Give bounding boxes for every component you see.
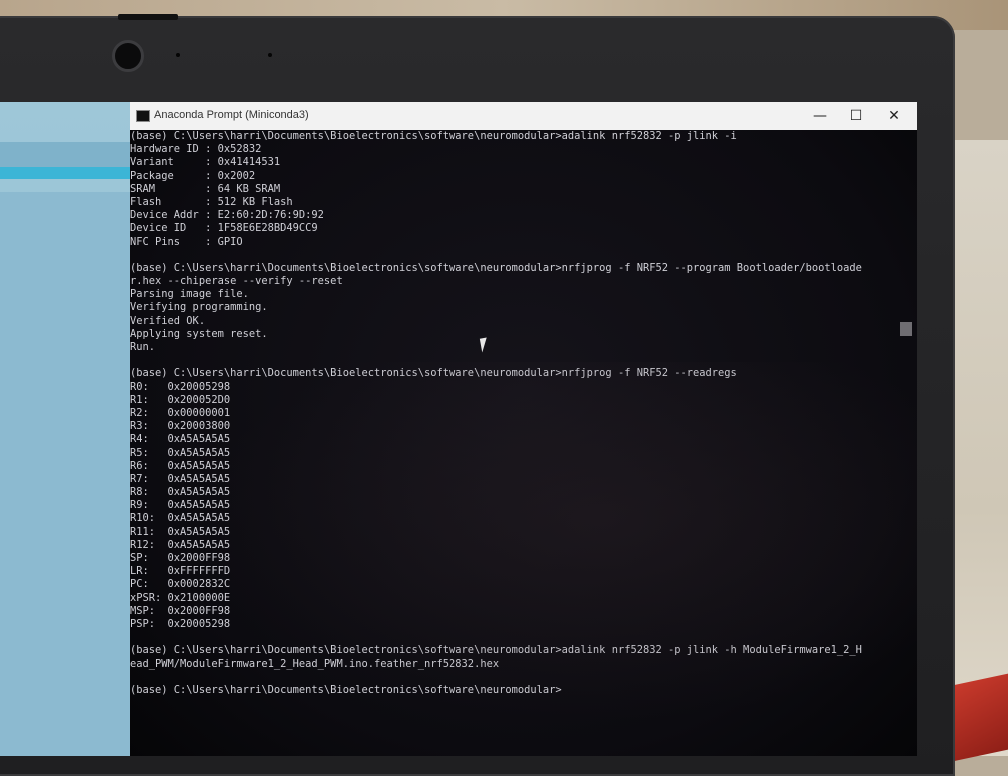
terminal-line: PSP: 0x20005298 xyxy=(130,617,231,630)
terminal-line: R9: 0xA5A5A5A5 xyxy=(130,499,231,512)
background-window-header xyxy=(0,142,130,167)
terminal-line: SP: 0x2000FF98 xyxy=(130,552,231,564)
terminal-line: (base) C:\Users\harri\Documents\Bioelect… xyxy=(130,261,862,274)
terminal-line: R10: 0xA5A5A5A5 xyxy=(130,512,231,525)
background-window-accent-bar xyxy=(0,167,130,179)
terminal-line: ead_PWM/ModuleFirmware1_2_Head_PWM.ino.f… xyxy=(130,657,500,670)
terminal-line: Applying system reset. xyxy=(130,327,268,340)
terminal-line: Run. xyxy=(130,341,156,353)
terminal-line: Flash : 512 KB Flash xyxy=(130,195,293,208)
scrollbar-thumb[interactable] xyxy=(900,322,912,336)
console-icon xyxy=(136,110,150,122)
terminal-line: (base) C:\Users\harri\Documents\Bioelect… xyxy=(130,644,862,657)
terminal-line: SRAM : 64 KB SRAM xyxy=(130,182,281,195)
terminal-line: xPSR: 0x2100000E xyxy=(130,591,231,604)
terminal-line: R7: 0xA5A5A5A5 xyxy=(130,472,231,485)
terminal-output[interactable]: (base) C:\Users\harri\Documents\Bioelect… xyxy=(130,130,910,697)
window-titlebar[interactable]: Anaconda Prompt (Miniconda3) — ☐ ✕ xyxy=(130,102,917,130)
background-window[interactable] xyxy=(0,102,130,756)
terminal-line: MSP: 0x2000FF98 xyxy=(130,604,231,617)
terminal-line: Device Addr : E2:60:2D:76:9D:92 xyxy=(130,209,324,222)
minimize-button[interactable]: — xyxy=(800,102,840,130)
terminal-line: R5: 0xA5A5A5A5 xyxy=(130,446,231,459)
close-button[interactable]: ✕ xyxy=(874,102,914,130)
terminal-line: NFC Pins : GPIO xyxy=(130,235,243,248)
terminal-line: R1: 0x200052D0 xyxy=(130,393,231,406)
terminal-line: (base) C:\Users\harri\Documents\Bioelect… xyxy=(130,130,737,142)
maximize-button[interactable]: ☐ xyxy=(836,102,876,130)
terminal-line: Parsing image file. xyxy=(130,288,249,301)
terminal-line: (base) C:\Users\harri\Documents\Bioelect… xyxy=(130,367,737,380)
console-window[interactable]: Anaconda Prompt (Miniconda3) — ☐ ✕ (base… xyxy=(130,102,917,756)
terminal-line: R11: 0xA5A5A5A5 xyxy=(130,525,231,538)
camera-sensor xyxy=(268,53,272,57)
terminal-line: Verified OK. xyxy=(130,314,206,327)
terminal-line: (base) C:\Users\harri\Documents\Bioelect… xyxy=(130,683,562,696)
terminal-line: Device ID : 1F58E6E28BD49CC9 xyxy=(130,222,318,235)
terminal-line: Verifying programming. xyxy=(130,301,268,314)
laptop-screen: Anaconda Prompt (Miniconda3) — ☐ ✕ (base… xyxy=(0,102,917,756)
terminal-line: Variant : 0x41414531 xyxy=(130,156,281,169)
terminal-line: Hardware ID : 0x52832 xyxy=(130,143,262,156)
camera-indicator xyxy=(176,53,180,57)
webcam-icon xyxy=(112,40,144,72)
terminal-line: LR: 0xFFFFFFFD xyxy=(130,565,231,578)
window-title: Anaconda Prompt (Miniconda3) xyxy=(154,109,309,121)
terminal-line: R3: 0x20003800 xyxy=(130,420,231,433)
terminal-line: R4: 0xA5A5A5A5 xyxy=(130,433,231,446)
background-window-body xyxy=(0,192,130,756)
terminal-line: PC: 0x0002832C xyxy=(130,578,231,591)
terminal-line: R2: 0x00000001 xyxy=(130,406,231,419)
red-book xyxy=(948,673,1008,763)
terminal-line: R0: 0x20005298 xyxy=(130,380,231,393)
terminal-line: r.hex --chiperase --verify --reset xyxy=(130,275,343,288)
terminal-line: Package : 0x2002 xyxy=(130,169,256,182)
terminal-line: R6: 0xA5A5A5A5 xyxy=(130,459,231,472)
terminal-line: R8: 0xA5A5A5A5 xyxy=(130,486,231,499)
terminal-line: R12: 0xA5A5A5A5 xyxy=(130,538,231,551)
laptop-latch xyxy=(118,14,178,20)
